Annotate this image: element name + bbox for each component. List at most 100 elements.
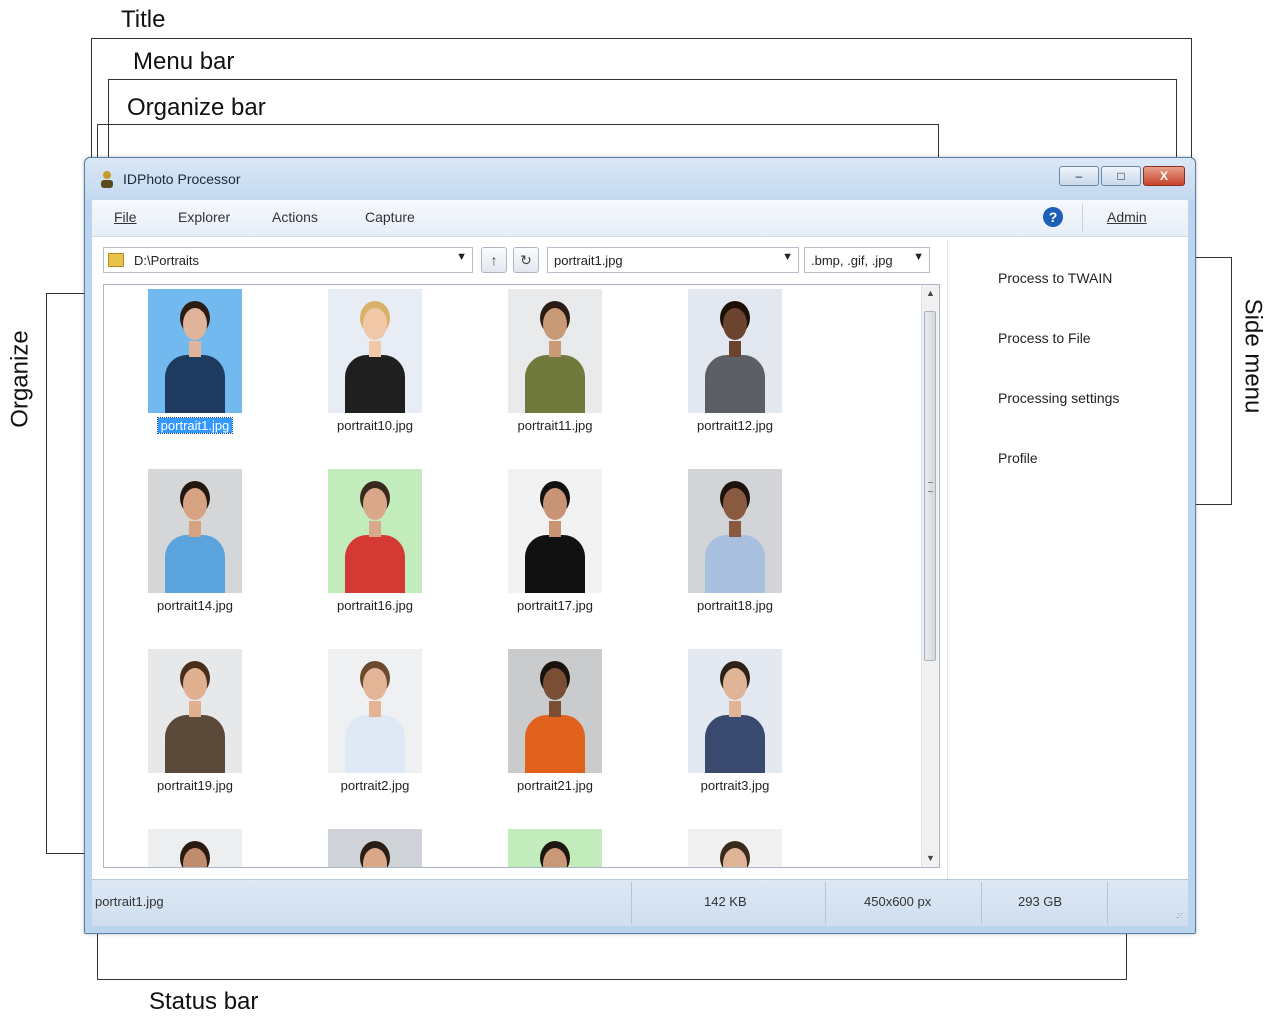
person-neck — [189, 341, 201, 357]
thumbnail-label: portrait19.jpg — [128, 778, 262, 793]
close-button[interactable]: X — [1143, 166, 1185, 186]
side-item-processing-settings[interactable]: Processing settings — [998, 390, 1119, 406]
person-neck — [729, 701, 741, 717]
menu-admin[interactable]: Admin — [1107, 209, 1147, 225]
person-head — [543, 488, 567, 520]
person-neck — [729, 521, 741, 537]
scroll-down-icon[interactable]: ▼ — [922, 850, 939, 867]
menu-actions[interactable]: Actions — [272, 209, 318, 225]
menu-separator — [1082, 204, 1083, 232]
side-item-process-twain[interactable]: Process to TWAIN — [998, 270, 1112, 286]
chevron-down-icon[interactable]: ▼ — [913, 251, 924, 263]
thumbnail-item[interactable]: portrait16.jpg — [328, 469, 488, 649]
person-body — [345, 535, 405, 593]
status-separator — [631, 882, 632, 924]
thumbnail-item[interactable]: portrait10.jpg — [328, 289, 488, 469]
person-head — [543, 308, 567, 340]
person-body — [705, 715, 765, 773]
person-head — [543, 668, 567, 700]
status-dimensions: 450x600 px — [864, 894, 932, 909]
thumbnail-item[interactable]: portrait17.jpg — [508, 469, 668, 649]
thumbnail-item[interactable]: portrait3.jpg — [688, 649, 848, 829]
thumbnail-label: portrait21.jpg — [488, 778, 622, 793]
annotation-status-bar: Status bar — [149, 988, 259, 1015]
thumbnail-filename: portrait17.jpg — [517, 598, 593, 613]
thumbnail-image — [688, 649, 782, 773]
thumbnail-item[interactable] — [328, 829, 488, 867]
thumbnail-item[interactable]: portrait21.jpg — [508, 649, 668, 829]
status-separator — [981, 882, 982, 924]
menu-file[interactable]: File — [114, 209, 137, 225]
person-neck — [549, 701, 561, 717]
thumbnail-item[interactable]: portrait19.jpg — [148, 649, 308, 829]
thumbnail-item[interactable]: portrait1.jpg — [148, 289, 308, 469]
annotation-side-menu: Side menu — [1239, 298, 1266, 414]
thumbnail-item[interactable] — [688, 829, 848, 867]
scrollbar-grip-icon — [928, 482, 933, 492]
filter-combobox[interactable]: .bmp, .gif, .jpg ▼ — [804, 247, 930, 273]
menu-explorer[interactable]: Explorer — [178, 209, 230, 225]
vertical-scrollbar[interactable]: ▲ ▼ — [921, 285, 939, 867]
person-head — [183, 488, 207, 520]
refresh-button[interactable]: ↻ — [513, 247, 539, 273]
file-value: portrait1.jpg — [554, 253, 623, 268]
person-neck — [189, 521, 201, 537]
thumbnail-item[interactable]: portrait14.jpg — [148, 469, 308, 649]
thumbnail-item[interactable] — [148, 829, 308, 867]
side-item-process-file[interactable]: Process to File — [998, 330, 1091, 346]
thumbnail-item[interactable]: portrait18.jpg — [688, 469, 848, 649]
annotation-menu-bar: Menu bar — [133, 48, 235, 75]
resize-grip-icon[interactable]: .:·: — [1176, 910, 1183, 920]
maximize-button[interactable]: □ — [1101, 166, 1141, 186]
thumbnail-image — [688, 829, 782, 867]
person-head — [363, 488, 387, 520]
side-item-profile[interactable]: Profile — [998, 450, 1038, 466]
thumbnail-image — [688, 469, 782, 593]
minimize-button[interactable]: – — [1059, 166, 1099, 186]
chevron-down-icon[interactable]: ▼ — [456, 251, 467, 263]
thumbnail-image — [148, 649, 242, 773]
path-combobox[interactable]: D:\Portraits ▼ — [103, 247, 473, 273]
thumbnail-image — [508, 649, 602, 773]
person-neck — [729, 341, 741, 357]
thumbnail-item[interactable]: portrait2.jpg — [328, 649, 488, 829]
person-body — [525, 715, 585, 773]
thumbnail-image — [688, 289, 782, 413]
person-neck — [369, 521, 381, 537]
maximize-icon: □ — [1117, 169, 1125, 183]
thumbnail-item[interactable]: portrait11.jpg — [508, 289, 668, 469]
title-bar[interactable]: IDPhoto Processor – □ X — [85, 158, 1195, 200]
thumbnail-image — [508, 469, 602, 593]
scroll-up-icon[interactable]: ▲ — [922, 285, 939, 302]
person-body — [705, 535, 765, 593]
thumbnail-filename: portrait10.jpg — [337, 418, 413, 433]
thumbnail-item[interactable] — [508, 829, 668, 867]
person-head — [723, 668, 747, 700]
thumbnail-filename: portrait19.jpg — [157, 778, 233, 793]
person-body — [345, 355, 405, 413]
person-body — [165, 355, 225, 413]
annotation-organize: Organize — [6, 330, 34, 428]
thumbnail-filename: portrait16.jpg — [337, 598, 413, 613]
app-window: IDPhoto Processor – □ X File Explorer Ac… — [84, 157, 1196, 934]
thumbnail-label: portrait10.jpg — [308, 418, 442, 433]
help-icon[interactable]: ? — [1043, 207, 1063, 227]
menu-admin-label: Admin — [1107, 209, 1147, 225]
window-title: IDPhoto Processor — [123, 171, 241, 187]
menu-bar: File Explorer Actions Capture ? Admin — [92, 200, 1188, 237]
person-head — [723, 488, 747, 520]
scrollbar-thumb[interactable] — [924, 311, 936, 661]
thumbnail-item[interactable]: portrait12.jpg — [688, 289, 848, 469]
thumbnail-label: portrait12.jpg — [668, 418, 802, 433]
arrow-up-icon: ↑ — [490, 252, 498, 268]
person-neck — [369, 341, 381, 357]
menu-capture[interactable]: Capture — [365, 209, 415, 225]
up-folder-button[interactable]: ↑ — [481, 247, 507, 273]
person-body — [165, 715, 225, 773]
thumbnail-label: portrait11.jpg — [488, 418, 622, 433]
thumbnail-view[interactable]: portrait1.jpg portrait10.jpg portrait11.jp… — [103, 284, 940, 868]
file-combobox[interactable]: portrait1.jpg ▼ — [547, 247, 799, 273]
thumbnail-label: portrait3.jpg — [668, 778, 802, 793]
chevron-down-icon[interactable]: ▼ — [782, 251, 793, 263]
person-neck — [549, 341, 561, 357]
